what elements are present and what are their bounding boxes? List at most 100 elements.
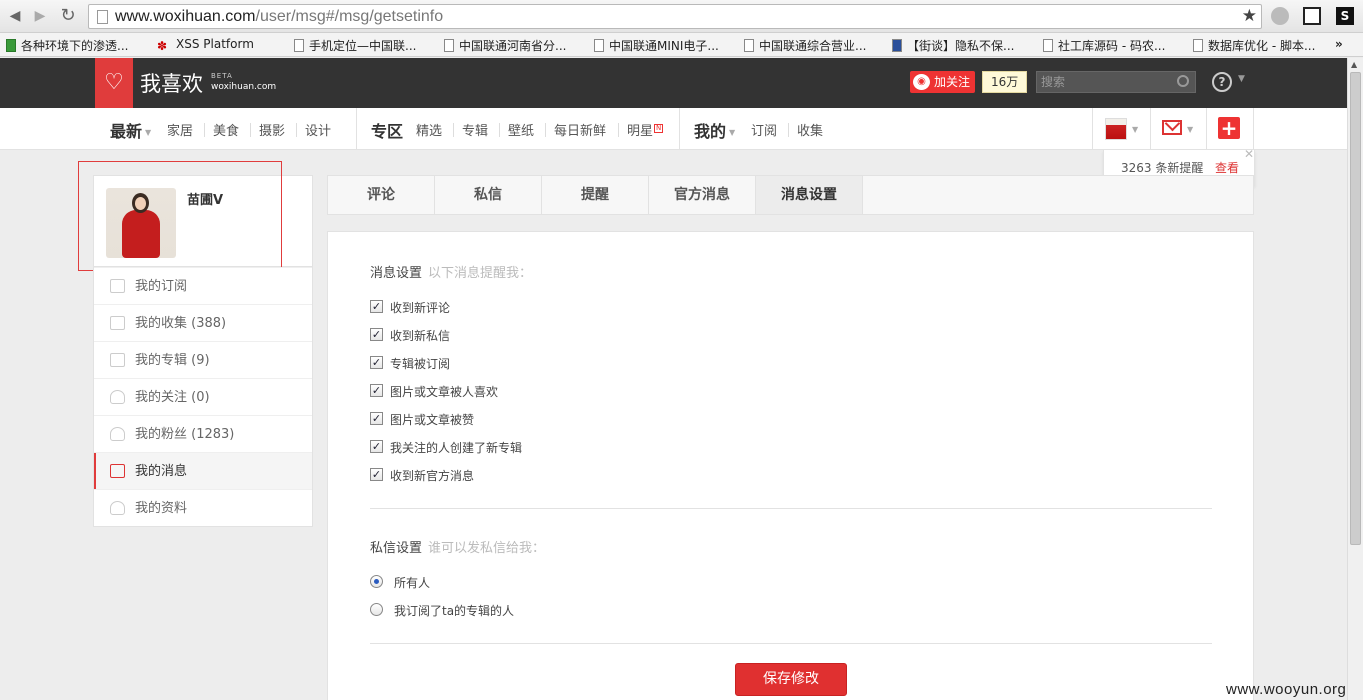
message-settings-title: 消息设置 以下消息提醒我：	[370, 266, 533, 281]
scroll-thumb[interactable]	[1350, 72, 1361, 545]
bookmark-item[interactable]: 手机定位—中国联...	[294, 37, 416, 54]
chevron-down-icon[interactable]: ▼	[1187, 125, 1193, 134]
side-item-collections[interactable]: 我的收集 (388)	[94, 304, 312, 341]
extension-s-icon[interactable]: S	[1336, 7, 1354, 25]
checkbox-checked[interactable]: ✓	[370, 412, 383, 425]
more-bookmarks-icon[interactable]: »	[1335, 37, 1343, 51]
subscribe-icon	[110, 279, 125, 293]
user-avatar-mini[interactable]	[1105, 118, 1127, 140]
reload-icon[interactable]: ↻	[58, 6, 78, 26]
bookmark-favicon-icon	[892, 39, 902, 52]
divider	[250, 123, 251, 137]
scrollbar[interactable]: ▲	[1347, 58, 1363, 700]
nav-item-home[interactable]: 家居	[167, 120, 193, 139]
help-icon[interactable]: ?	[1212, 72, 1232, 92]
divider	[370, 508, 1212, 509]
tab-private-messages[interactable]: 私信	[435, 176, 542, 214]
tab-comments[interactable]: 评论	[328, 176, 435, 214]
checkbox-checked[interactable]: ✓	[370, 468, 383, 481]
save-button[interactable]: 保存修改	[735, 663, 847, 696]
tab-reminders[interactable]: 提醒	[542, 176, 649, 214]
bookmark-favicon-icon	[744, 39, 754, 52]
side-item-messages[interactable]: 我的消息	[94, 452, 312, 490]
nav-mine[interactable]: 我的 ▼	[694, 118, 735, 142]
weibo-follow-button[interactable]: ◉ 加关注	[910, 71, 976, 93]
private-settings-title: 私信设置 谁可以发私信给我：	[370, 541, 546, 556]
nav-item-featured[interactable]: 精选	[416, 120, 442, 139]
nav-item-wallpaper[interactable]: 壁纸	[508, 120, 534, 139]
bookmark-item[interactable]: 社工库源码 - 码农...	[1043, 37, 1165, 54]
scroll-up-icon[interactable]: ▲	[1351, 60, 1357, 69]
side-item-profile[interactable]: 我的资料	[94, 489, 312, 526]
nav-item-daily-fresh[interactable]: 每日新鲜	[554, 120, 606, 139]
chevron-down-icon[interactable]: ▼	[1238, 74, 1245, 84]
category-nav: 最新 ▼ 家居 美食 摄影 设计 专区 精选 专辑 壁纸 每日新鲜 明星 N 我的 ▼…	[0, 108, 1363, 150]
nav-item-food[interactable]: 美食	[213, 120, 239, 139]
radio-selected[interactable]	[370, 575, 383, 588]
search-input[interactable]	[1041, 73, 1171, 91]
window-icon[interactable]	[1303, 7, 1321, 25]
bookmark-item[interactable]: 各种环境下的渗透...	[6, 37, 128, 54]
side-item-subscriptions[interactable]: 我的订阅	[94, 267, 312, 304]
logo-text[interactable]: 我喜欢	[140, 68, 203, 98]
user-icon	[110, 390, 125, 404]
side-item-fans[interactable]: 我的粉丝 (1283)	[94, 415, 312, 452]
divider	[545, 123, 546, 137]
back-icon[interactable]: ◀	[5, 6, 25, 26]
tab-official-messages[interactable]: 官方消息	[649, 176, 756, 214]
checkbox-checked[interactable]: ✓	[370, 300, 383, 313]
weibo-icon: ◉	[913, 74, 930, 90]
forward-icon[interactable]: ▶	[30, 6, 50, 26]
url-text: www.woxihuan.com/user/msg#/msg/getsetinf…	[115, 8, 444, 25]
bookmark-star-icon[interactable]: ★	[1242, 6, 1257, 26]
nav-item-stars[interactable]: 明星 N	[627, 120, 664, 139]
watermark: www.wooyun.org	[1226, 681, 1347, 698]
tab-message-settings[interactable]: 消息设置	[756, 176, 863, 214]
mail-icon	[110, 464, 125, 478]
checkbox-checked[interactable]: ✓	[370, 384, 383, 397]
nav-item-design[interactable]: 设计	[305, 120, 331, 139]
notification-view-link[interactable]: 查看	[1215, 159, 1239, 176]
close-icon[interactable]: ✕	[1244, 147, 1254, 161]
address-bar[interactable]: www.woxihuan.com/user/msg#/msg/getsetinf…	[88, 4, 1262, 29]
side-item-following[interactable]: 我的关注 (0)	[94, 378, 312, 415]
side-item-albums[interactable]: 我的专辑 (9)	[94, 341, 312, 378]
mail-icon[interactable]	[1162, 120, 1182, 135]
side-menu: 我的订阅 我的收集 (388) 我的专辑 (9) 我的关注 (0) 我的粉丝 (…	[93, 267, 313, 527]
nav-item-photo[interactable]: 摄影	[259, 120, 285, 139]
bookmark-item[interactable]: ✽ XSS Platform	[157, 37, 254, 53]
chevron-down-icon[interactable]: ▼	[1132, 125, 1138, 134]
bookmark-item[interactable]: 【街谈】隐私不保...	[892, 37, 1014, 54]
divider	[204, 123, 205, 137]
search-icon[interactable]	[1177, 75, 1189, 87]
bookmark-item[interactable]: 中国联通河南省分...	[444, 37, 566, 54]
bookmark-item[interactable]: 中国联通MINI电子...	[594, 37, 719, 54]
page-icon	[97, 10, 108, 24]
divider	[370, 643, 1212, 644]
album-icon	[110, 353, 125, 367]
bookmark-favicon-icon	[6, 39, 16, 52]
checkbox-checked[interactable]: ✓	[370, 440, 383, 453]
users-icon	[110, 427, 125, 441]
radio-unselected[interactable]	[370, 603, 383, 616]
nav-latest[interactable]: 最新 ▼	[110, 118, 151, 142]
bookmark-item[interactable]: 中国联通综合营业...	[744, 37, 866, 54]
logo-domain: woxihuan.com	[211, 82, 277, 92]
nav-zone[interactable]: 专区	[371, 118, 403, 142]
globe-icon[interactable]	[1271, 7, 1289, 25]
profile-icon	[110, 501, 125, 515]
bookmark-item[interactable]: 数据库优化 - 脚本...	[1193, 37, 1315, 54]
nav-item-albums[interactable]: 专辑	[462, 120, 488, 139]
annotation-highlight-box	[78, 161, 282, 271]
message-tabs: 评论 私信 提醒 官方消息 消息设置	[327, 175, 1254, 215]
checkbox-checked[interactable]: ✓	[370, 356, 383, 369]
bookmark-favicon-icon: ✽	[157, 39, 168, 53]
logo-heart-icon[interactable]: ♡	[95, 58, 133, 108]
divider	[453, 123, 454, 137]
nav-item-collections[interactable]: 收集	[797, 120, 823, 139]
checkbox-checked[interactable]: ✓	[370, 328, 383, 341]
divider	[788, 123, 789, 137]
add-icon[interactable]: +	[1218, 117, 1240, 139]
divider	[499, 123, 500, 137]
nav-item-subscriptions[interactable]: 订阅	[751, 120, 777, 139]
